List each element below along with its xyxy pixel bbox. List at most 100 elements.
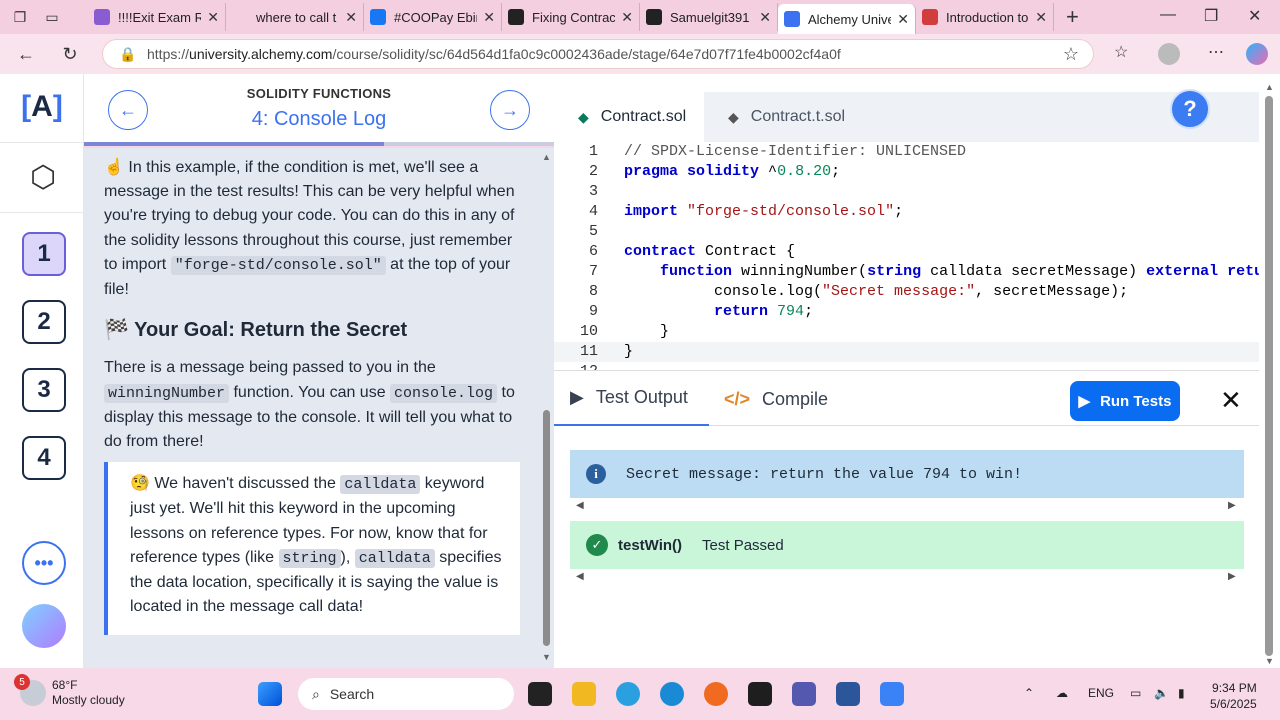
close-tab-icon[interactable]: ✕ [207, 9, 219, 26]
step-3-button[interactable]: 3 [22, 368, 66, 412]
close-output-icon[interactable]: ✕ [1220, 385, 1242, 416]
code-line[interactable]: 12 [554, 362, 1259, 370]
code-text: contract Contract { [624, 243, 796, 260]
close-tab-icon[interactable]: ✕ [345, 9, 357, 26]
onedrive-icon[interactable]: ☁ [1056, 686, 1068, 700]
code-line[interactable]: 11} [554, 342, 1259, 362]
scroll-left-icon[interactable]: ◀ [576, 571, 584, 582]
tab-strip: !!!!Exit Exam Re✕where to call t✕#COOPay… [88, 0, 1054, 34]
browser-tab[interactable]: #COOPay Ebir ✕ [364, 3, 502, 31]
copilot-icon[interactable] [1246, 43, 1268, 65]
scroll-right-icon[interactable]: ▶ [1228, 571, 1236, 582]
more-steps-button[interactable]: ••• [22, 541, 66, 585]
task-view-icon[interactable] [528, 682, 552, 706]
tab-test-output[interactable]: ▶ Test Output [554, 371, 709, 427]
close-tab-icon[interactable]: ✕ [897, 11, 909, 28]
close-tab-icon[interactable]: ✕ [621, 9, 633, 26]
telegram-icon[interactable] [616, 682, 640, 706]
tab-actions-icon[interactable]: ▭ [40, 5, 64, 29]
code-line[interactable]: 8 console.log("Secret message:", secretM… [554, 282, 1259, 302]
teams-icon[interactable] [792, 682, 816, 706]
close-window-button[interactable]: ✕ [1248, 6, 1261, 26]
taskbar-search[interactable]: ⌕ Search [298, 678, 514, 710]
tab-compile[interactable]: </> Compile [724, 371, 828, 427]
line-number: 4 [588, 203, 598, 220]
tab-favicon-icon [922, 9, 938, 25]
code-line[interactable]: 9 return 794; [554, 302, 1259, 322]
close-tab-icon[interactable]: ✕ [483, 9, 495, 26]
browser-tabbar: ❐ ▭ !!!!Exit Exam Re✕where to call t✕#CO… [0, 0, 1280, 34]
url-field[interactable]: 🔒 https://university.alchemy.com/course/… [102, 39, 1094, 69]
lesson-paragraph: ☝️ In this example, if the condition is … [104, 159, 515, 299]
course-icon[interactable]: ⬡ [30, 160, 56, 195]
code-line[interactable]: 5 [554, 222, 1259, 242]
close-tab-icon[interactable]: ✕ [1035, 9, 1047, 26]
browser-tab[interactable]: where to call t ✕ [226, 3, 364, 31]
back-icon[interactable]: ← [12, 40, 40, 68]
step-4-button[interactable]: 4 [22, 436, 66, 480]
edge-icon[interactable] [660, 682, 684, 706]
code-line[interactable]: 2 pragma solidity ^0.8.20; [554, 162, 1259, 182]
weather-widget[interactable]: 5 68°F Mostly cloudy [14, 674, 125, 708]
lesson-header: ← → SOLIDITY FUNCTIONS 4: Console Log [84, 74, 554, 146]
browser-tab[interactable]: Samuelgit391 ✕ [640, 3, 778, 31]
close-tab-icon[interactable]: ✕ [759, 9, 771, 26]
scrollbar-thumb[interactable] [1265, 96, 1273, 656]
new-tab-button[interactable]: + [1066, 4, 1079, 30]
scrollbar-thumb[interactable] [543, 410, 550, 646]
test-result: ✓ testWin() Test Passed [570, 521, 1244, 569]
step-2-button[interactable]: 2 [22, 300, 66, 344]
browser-tab[interactable]: Fixing Contrac ✕ [502, 3, 640, 31]
code-editor[interactable]: 1 // SPDX-License-Identifier: UNLICENSED 2… [554, 142, 1259, 370]
notepad-icon[interactable] [880, 682, 904, 706]
alchemy-logo[interactable]: [A] [20, 90, 64, 130]
code-line[interactable]: 1 // SPDX-License-Identifier: UNLICENSED [554, 142, 1259, 162]
battery-icon[interactable]: ▮ [1178, 686, 1185, 700]
refresh-icon[interactable]: ↻ [56, 40, 84, 68]
profile-avatar[interactable] [1158, 43, 1180, 65]
workspaces-icon[interactable]: ❐ [8, 5, 32, 29]
network-icon[interactable]: ▭ [1130, 686, 1141, 700]
file-explorer-icon[interactable] [572, 682, 596, 706]
editor-tabs: ◆ Contract.sol ◆ Contract.t.sol [554, 92, 1259, 142]
step-1-button[interactable]: 1 [22, 232, 66, 276]
code-line[interactable]: 4 import "forge-std/console.sol"; [554, 202, 1259, 222]
volume-icon[interactable]: 🔈 [1154, 686, 1169, 700]
lesson-title: 4: Console Log [251, 108, 387, 130]
help-button[interactable]: ? [1170, 89, 1210, 129]
scroll-left-icon[interactable]: ◀ [576, 500, 584, 511]
scroll-right-icon[interactable]: ▶ [1228, 500, 1236, 511]
user-avatar[interactable] [22, 604, 66, 648]
start-icon[interactable] [258, 682, 282, 706]
code-line[interactable]: 6 contract Contract { [554, 242, 1259, 262]
chevron-up-icon[interactable]: ⌃ [1024, 686, 1034, 700]
lesson-scrollbar[interactable]: ▲ ▼ [540, 148, 554, 668]
firefox-icon[interactable] [704, 682, 728, 706]
restore-button[interactable]: ❐ [1204, 6, 1218, 26]
code-line[interactable]: 10 } [554, 322, 1259, 342]
browser-tab[interactable]: Introduction to ✕ [916, 3, 1054, 31]
word-icon[interactable] [836, 682, 860, 706]
lesson-progress-bar [84, 142, 384, 146]
browser-tab[interactable]: Alchemy Unive ✕ [778, 4, 916, 34]
tab-contract-sol[interactable]: ◆ Contract.sol [554, 92, 704, 142]
clock[interactable]: 9:34 PM 5/6/2025 [1210, 680, 1257, 712]
address-bar-row: ← ↻ 🔒 https://university.alchemy.com/cou… [0, 34, 1280, 74]
page-scrollbar[interactable]: ▲ ▼ [1259, 74, 1280, 668]
run-tests-button[interactable]: ▶ Run Tests [1070, 381, 1180, 421]
code-text: pragma solidity ^0.8.20; [624, 163, 841, 180]
figma-icon[interactable] [748, 682, 772, 706]
minimize-button[interactable]: — [1160, 6, 1176, 24]
browser-tab[interactable]: !!!!Exit Exam Re ✕ [88, 3, 226, 31]
favorites-icon[interactable]: ☆ [1114, 42, 1128, 62]
weather-temp: 68°F [52, 678, 78, 692]
code-line[interactable]: 3 [554, 182, 1259, 202]
language-indicator[interactable]: ENG [1088, 686, 1114, 700]
tab-favicon-icon [784, 11, 800, 27]
line-number: 11 [579, 343, 598, 360]
more-menu-icon[interactable]: ⋯ [1208, 42, 1224, 62]
favorite-star-icon[interactable]: ☆ [1063, 44, 1079, 65]
tab-contract-test-sol[interactable]: ◆ Contract.t.sol [704, 92, 860, 142]
line-number: 9 [588, 303, 598, 320]
code-line[interactable]: 7 function winningNumber(string calldata… [554, 262, 1259, 282]
